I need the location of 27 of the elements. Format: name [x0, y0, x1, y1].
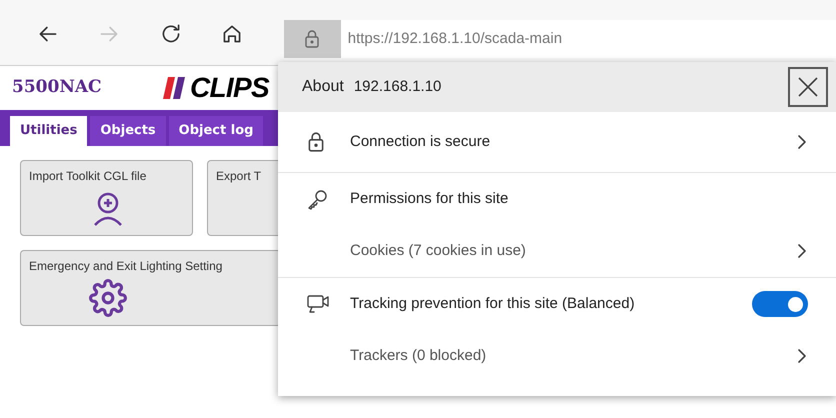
chevron-right-icon	[796, 347, 808, 365]
url-text: https://192.168.1.10/scada-main	[348, 28, 562, 49]
tool-button[interactable]: Import Toolkit CGL file	[20, 160, 193, 236]
tool-button[interactable]: Emergency and Exit Lighting Setting	[20, 250, 278, 326]
lock-icon	[303, 29, 322, 49]
toggle-switch[interactable]	[752, 291, 808, 317]
chevron-right-icon	[796, 242, 808, 260]
site-info-button[interactable]	[284, 20, 341, 58]
tab[interactable]: Utilities	[10, 116, 88, 146]
lock-icon	[306, 131, 326, 153]
close-button[interactable]	[788, 67, 828, 107]
close-icon	[797, 76, 819, 98]
site-info-row[interactable]: Tracking prevention for this site (Balanced)	[278, 278, 836, 330]
popup-title: About 192.168.1.10	[302, 77, 442, 97]
site-info-row[interactable]: Connection is secure	[278, 116, 836, 168]
logo-text: CLIPS	[190, 74, 269, 102]
site-info-row[interactable]: Cookies (7 cookies in use)	[278, 225, 836, 277]
tab[interactable]: Objects	[90, 116, 166, 146]
chevron-right-icon	[796, 133, 808, 151]
section-heading: Permissions for this site	[350, 188, 510, 209]
camera-icon	[306, 293, 330, 315]
tool-button[interactable]: Export T	[207, 160, 278, 236]
gear-icon	[88, 279, 126, 317]
brand-text: 5500NAC	[12, 76, 103, 100]
tab[interactable]: Object log	[168, 116, 264, 146]
address-bar[interactable]: https://192.168.1.10/scada-main	[284, 20, 836, 58]
site-info-row[interactable]: Trackers (0 blocked)	[278, 330, 836, 382]
